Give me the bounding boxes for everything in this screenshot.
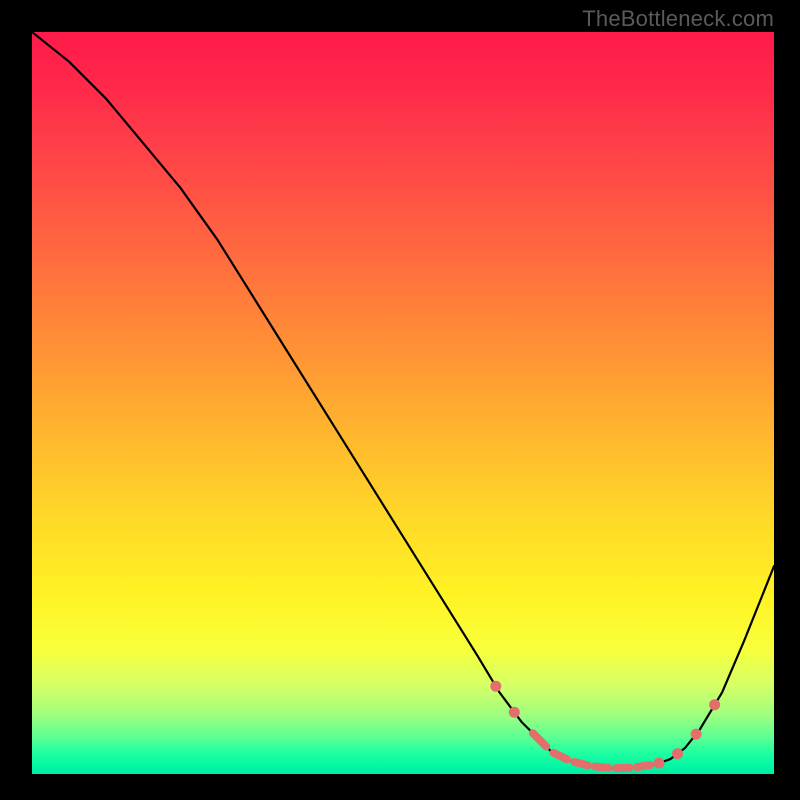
marker-dot xyxy=(509,707,520,718)
chart-frame: TheBottleneck.com xyxy=(0,0,800,800)
marker-dash xyxy=(595,767,608,768)
marker-dot xyxy=(654,758,665,769)
marker-dash xyxy=(574,762,587,765)
marker-dash xyxy=(637,765,650,767)
marker-dot xyxy=(490,681,501,692)
watermark-text: TheBottleneck.com xyxy=(582,6,774,32)
marker-dot xyxy=(672,748,683,759)
bottleneck-curve xyxy=(32,32,774,768)
plot-area xyxy=(32,32,774,774)
marker-dot xyxy=(709,699,720,710)
marker-dash xyxy=(533,733,546,746)
marker-dot xyxy=(691,729,702,740)
marker-dash xyxy=(554,753,567,760)
curve-svg xyxy=(32,32,774,774)
